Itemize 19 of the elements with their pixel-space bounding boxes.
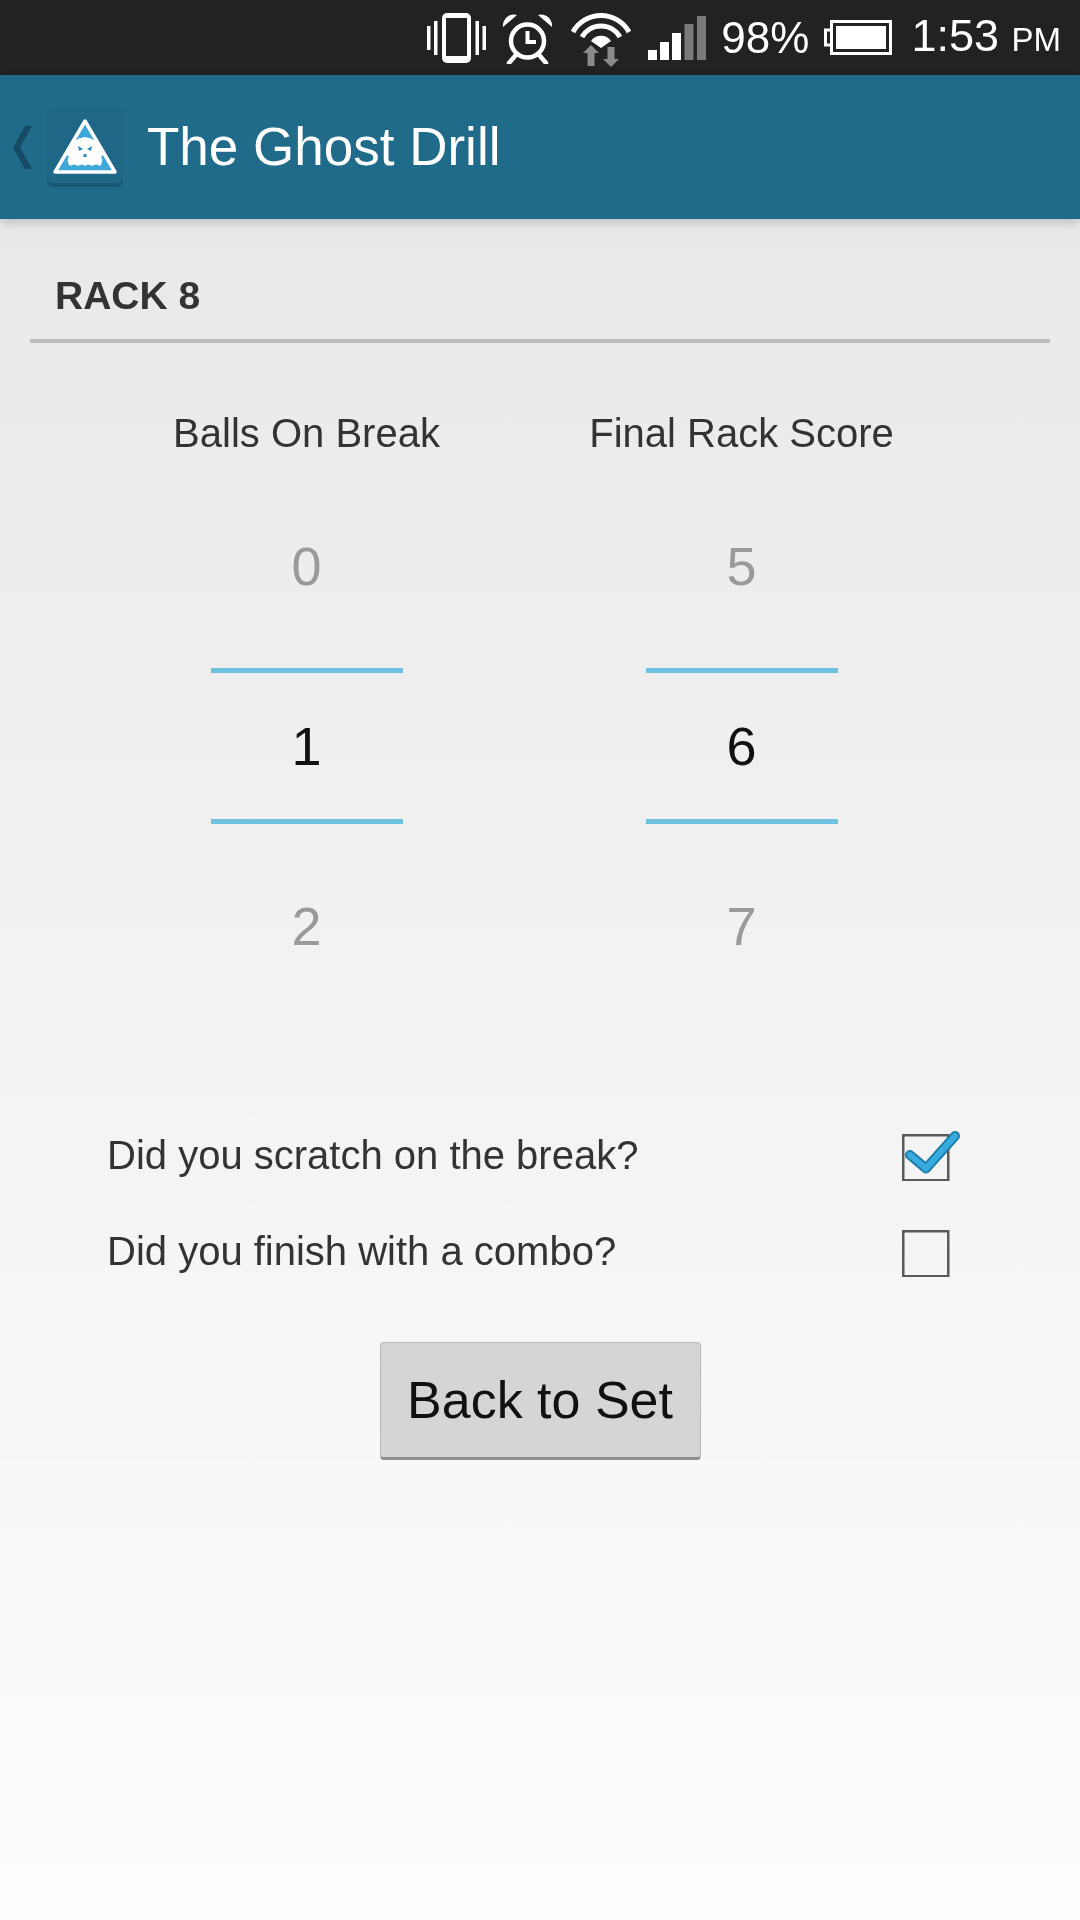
checkbox[interactable] <box>902 1129 960 1181</box>
app-title: The Ghost Drill <box>147 116 501 178</box>
picker-label: Balls On Break <box>173 410 440 457</box>
picker-label: Final Rack Score <box>589 410 894 457</box>
clock-time: 1:53 PM <box>911 11 1061 63</box>
picker-value[interactable]: 2 <box>210 851 403 1001</box>
checkbox-label: Did you finish with a combo? <box>107 1228 617 1274</box>
signal-icon <box>648 15 707 60</box>
checkbox-label: Did you scratch on the break? <box>107 1132 639 1178</box>
battery-icon <box>824 20 893 55</box>
section-title: RACK 8 <box>55 273 202 319</box>
vibrate-icon <box>427 12 487 63</box>
picker-value[interactable]: 5 <box>645 491 838 641</box>
battery-percent: 98% <box>721 13 810 62</box>
back-to-set-button[interactable]: Back to Set <box>379 1342 701 1460</box>
picker-value[interactable]: 6 <box>645 668 838 824</box>
picker-value[interactable]: 0 <box>210 491 403 641</box>
picker-value[interactable]: 1 <box>210 668 403 824</box>
picker-value[interactable]: 7 <box>645 851 838 1001</box>
